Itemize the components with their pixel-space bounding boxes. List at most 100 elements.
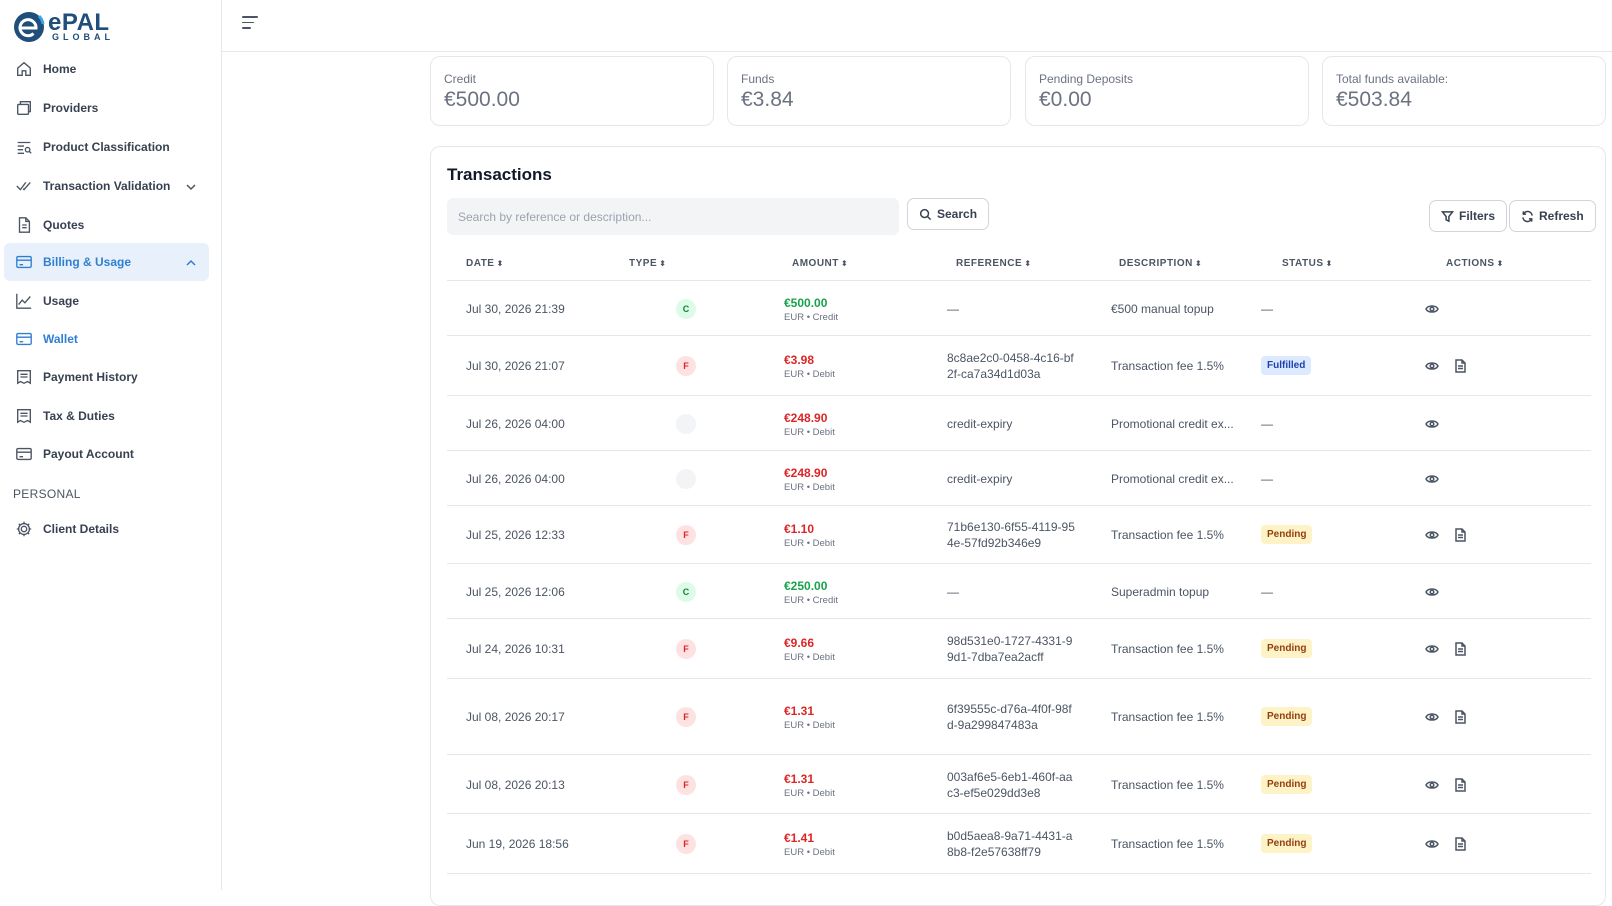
gear-icon: [14, 519, 34, 539]
type-badge: F: [676, 774, 696, 795]
sidebar-item-billing-usage[interactable]: Billing & Usage: [4, 243, 209, 281]
amount-subtext: EUR • Debit: [784, 847, 835, 858]
sidebar-item-home[interactable]: Home: [4, 50, 209, 88]
amount-value: €3.98: [784, 353, 815, 367]
sidebar-item-payment-history[interactable]: Payment History: [4, 358, 209, 396]
status-text: —: [1261, 416, 1273, 431]
sort-icon: ⬍: [840, 259, 849, 268]
sidebar-item-transaction-validation[interactable]: Transaction Validation: [4, 167, 209, 205]
stat-card-total-funds: Total funds available: €503.84: [1322, 56, 1606, 126]
receipt-icon: [14, 367, 34, 387]
column-header-description[interactable]: DESCRIPTION ⬍: [1119, 258, 1202, 269]
amount-subtext: EUR • Debit: [784, 538, 835, 549]
brand-subtitle: GLOBAL: [52, 32, 114, 42]
check-double-icon: [14, 176, 34, 196]
stat-card-pending-deposits: Pending Deposits €0.00: [1025, 56, 1309, 126]
date-cell: Jul 08, 2026 20:13: [466, 777, 565, 792]
amount-subtext: EUR • Credit: [784, 594, 839, 606]
view-eye-icon[interactable]: [1425, 472, 1439, 486]
menu-toggle-button[interactable]: [242, 16, 260, 34]
column-header-amount[interactable]: AMOUNT ⬍: [792, 258, 848, 269]
description-cell: Transaction fee 1.5%: [1111, 642, 1224, 656]
view-eye-icon[interactable]: [1425, 417, 1439, 431]
top-bar: [222, 0, 1612, 52]
table-row[interactable]: Jul 25, 2026 12:06 C €250.00 EUR • Credit — S…: [447, 564, 1591, 619]
sidebar-item-product-classification[interactable]: Product Classification: [4, 128, 209, 166]
column-header-actions[interactable]: ACTIONS ⬍: [1446, 258, 1504, 269]
receipt-document-icon[interactable]: [1453, 642, 1467, 656]
amount-value: €1.31: [784, 704, 815, 718]
receipt-document-icon[interactable]: [1453, 837, 1467, 851]
sort-icon: ⬍: [1194, 259, 1203, 268]
filters-button[interactable]: Filters: [1429, 200, 1508, 232]
stat-card-credit: Credit €500.00: [430, 56, 714, 126]
receipt-document-icon[interactable]: [1453, 777, 1467, 792]
sidebar-item-providers[interactable]: Providers: [4, 89, 209, 127]
sidebar-item-label: Payment History: [43, 370, 138, 384]
table-row[interactable]: Jul 25, 2026 12:33 F €1.10 EUR • Debit 71b6e…: [447, 506, 1591, 564]
view-eye-icon[interactable]: [1425, 837, 1439, 851]
column-header-type[interactable]: TYPE ⬍: [629, 258, 666, 269]
table-row[interactable]: Jul 26, 2026 04:00 €248.90 EUR • Debit cred…: [447, 396, 1591, 451]
refresh-button-label: Refresh: [1539, 209, 1584, 223]
sidebar-item-usage[interactable]: Usage: [4, 282, 209, 320]
search-input[interactable]: [447, 198, 899, 235]
transactions-panel: Transactions Search Filters Refresh DATE…: [430, 146, 1606, 906]
sidebar-item-label: Quotes: [43, 218, 85, 232]
sidebar-item-client-details[interactable]: Client Details: [4, 510, 209, 548]
sidebar-item-label: Home: [43, 62, 77, 76]
date-cell: Jul 26, 2026 04:00: [466, 416, 565, 431]
column-header-label: REFERENCE: [956, 258, 1023, 269]
reference-cell: b0d5aea8-9a71-4431-a8b8-f2e57638ff79: [947, 829, 1073, 859]
amount-value: €1.10: [784, 522, 815, 536]
receipt-document-icon[interactable]: [1453, 359, 1467, 373]
column-header-label: ACTIONS: [1446, 258, 1495, 269]
table-row[interactable]: Jun 19, 2026 18:56 F €1.41 EUR • Debit b0d5a…: [447, 814, 1591, 874]
epal-logo[interactable]: ePAL GLOBAL: [12, 8, 112, 48]
stat-value: €3.84: [741, 88, 794, 111]
amount-subtext: EUR • Debit: [784, 720, 835, 731]
table-row[interactable]: Jul 08, 2026 20:17 F €1.31 EUR • Debit 6f395…: [447, 679, 1591, 755]
sort-icon: ⬍: [496, 259, 504, 268]
column-header-reference[interactable]: REFERENCE ⬍: [956, 258, 1031, 269]
view-eye-icon[interactable]: [1425, 710, 1439, 724]
description-cell: Transaction fee 1.5%: [1111, 359, 1224, 373]
type-badge: C: [676, 298, 696, 319]
view-eye-icon[interactable]: [1425, 778, 1439, 792]
sidebar-item-payout-account[interactable]: Payout Account: [4, 435, 209, 473]
status-badge: Pending: [1261, 834, 1313, 853]
column-header-date[interactable]: DATE ⬍: [466, 258, 504, 269]
sidebar-item-wallet[interactable]: Wallet: [4, 320, 209, 358]
sidebar-item-quotes[interactable]: Quotes: [4, 206, 209, 244]
view-eye-icon[interactable]: [1425, 359, 1439, 373]
reference-cell: —: [947, 584, 959, 599]
wallet-icon: [14, 329, 34, 349]
table-row[interactable]: Jul 24, 2026 10:31 F €9.66 EUR • Debit 98d53…: [447, 619, 1591, 679]
description-cell: €500 manual topup: [1111, 301, 1214, 316]
table-row[interactable]: Jul 30, 2026 21:39 C €500.00 EUR • Credit — €…: [447, 281, 1591, 336]
refresh-button[interactable]: Refresh: [1509, 200, 1596, 232]
type-badge: F: [676, 834, 696, 854]
sidebar-item-label: Usage: [43, 294, 80, 308]
view-eye-icon[interactable]: [1425, 528, 1439, 542]
receipt-document-icon[interactable]: [1453, 528, 1467, 542]
credit-card-icon: [14, 252, 34, 272]
view-eye-icon[interactable]: [1425, 302, 1439, 316]
amount-value: €9.66: [784, 636, 815, 650]
sidebar-item-tax-duties[interactable]: Tax & Duties: [4, 397, 209, 435]
sort-icon: ⬍: [1024, 259, 1032, 268]
search-button[interactable]: Search: [907, 198, 990, 230]
refresh-icon: [1522, 210, 1533, 222]
reference-cell: 003af6e5-6eb1-460f-aac3-ef5e029dd3e8: [947, 769, 1073, 800]
view-eye-icon[interactable]: [1425, 642, 1439, 656]
description-cell: Transaction fee 1.5%: [1111, 777, 1224, 792]
view-eye-icon[interactable]: [1425, 585, 1439, 599]
description-cell: Transaction fee 1.5%: [1111, 528, 1224, 542]
sidebar-item-label: Wallet: [43, 332, 78, 346]
table-row[interactable]: Jul 30, 2026 21:07 F €3.98 EUR • Debit 8c8ae…: [447, 336, 1591, 396]
table-row[interactable]: Jul 08, 2026 20:13 F €1.31 EUR • Debit 003af…: [447, 755, 1591, 814]
table-row[interactable]: Jul 26, 2026 04:00 €248.90 EUR • Debit cred…: [447, 451, 1591, 506]
status-badge: Pending: [1261, 707, 1313, 726]
receipt-document-icon[interactable]: [1453, 710, 1467, 724]
column-header-status[interactable]: STATUS ⬍: [1282, 258, 1333, 269]
